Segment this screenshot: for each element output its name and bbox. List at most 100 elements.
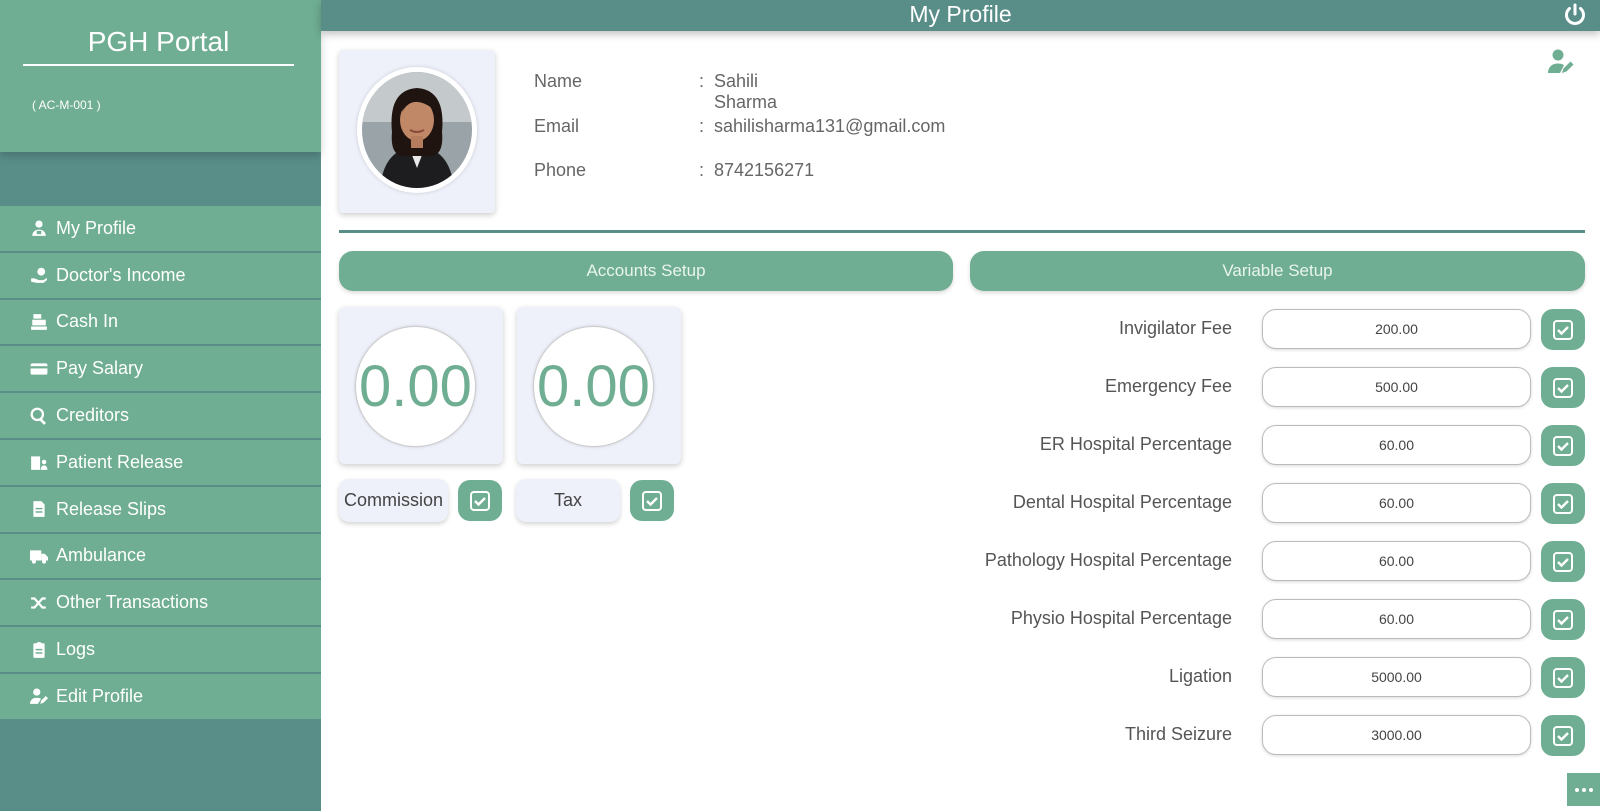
power-icon[interactable] [1563, 3, 1587, 27]
avatar-card [339, 50, 495, 213]
sidebar-item-label: Cash In [56, 311, 119, 332]
invigilator-fee-save-button[interactable] [1541, 309, 1585, 350]
commission-check-button[interactable] [458, 480, 502, 521]
tax-card: 0.00 [517, 307, 681, 464]
emergency-fee-input[interactable] [1262, 367, 1531, 407]
invigilator-fee-input[interactable] [1262, 309, 1531, 349]
user-edit-icon [28, 685, 50, 707]
ellipsis-dot [1574, 787, 1579, 792]
commission-value: 0.00 [355, 326, 476, 447]
email-value: sahilisharma131@gmail.com [714, 115, 946, 136]
tax-value: 0.00 [533, 326, 654, 447]
pathology-hospital-percentage-save-button[interactable] [1541, 541, 1585, 582]
dental-hospital-percentage-label: Dental Hospital Percentage [1012, 492, 1232, 512]
physio-hospital-percentage-save-button[interactable] [1541, 599, 1585, 640]
brand-title: PGH Portal [23, 26, 294, 66]
accounts-setup-header: Accounts Setup [339, 251, 953, 291]
sidebar-item-doctors-income[interactable]: Doctor's Income [0, 252, 321, 300]
sidebar-item-label: Other Transactions [56, 592, 209, 613]
ligation-save-button[interactable] [1541, 657, 1585, 698]
third-seizure-input[interactable] [1262, 715, 1531, 755]
more-options-button[interactable] [1567, 773, 1600, 806]
check-square-icon [1553, 609, 1573, 630]
sidebar-item-label: Creditors [56, 405, 130, 426]
sidebar-item-pay-salary[interactable]: Pay Salary [0, 346, 321, 394]
physio-hospital-percentage-input[interactable] [1262, 599, 1531, 639]
emergency-fee-label: Emergency Fee [1104, 376, 1232, 396]
sidebar: PGH Portal ( AC-M-001 ) My Profile Docto… [0, 0, 321, 811]
invigilator-fee-label: Invigilator Fee [1118, 318, 1232, 338]
sidebar-item-label: Edit Profile [56, 685, 144, 706]
ellipsis-dot [1588, 787, 1593, 792]
sidebar-item-my-profile[interactable]: My Profile [0, 206, 321, 253]
check-square-icon [1553, 319, 1573, 340]
sidebar-item-label: My Profile [56, 217, 137, 238]
brand-panel: PGH Portal ( AC-M-001 ) [0, 0, 321, 152]
commission-card: 0.00 [339, 307, 503, 464]
tax-label: Tax [516, 479, 620, 522]
third-seizure-save-button[interactable] [1541, 715, 1585, 756]
physio-hospital-percentage-label: Physio Hospital Percentage [1010, 608, 1232, 628]
sidebar-item-label: Doctor's Income [56, 264, 186, 285]
pathology-hospital-percentage-input[interactable] [1262, 541, 1531, 581]
emergency-fee-save-button[interactable] [1541, 367, 1585, 408]
dental-hospital-percentage-save-button[interactable] [1541, 483, 1585, 524]
separator: : [699, 71, 705, 91]
sidebar-item-release-slips[interactable]: Release Slips [0, 486, 321, 534]
check-square-icon [470, 490, 490, 511]
sidebar-item-other-transactions[interactable]: Other Transactions [0, 580, 321, 628]
commission-label: Commission [339, 479, 448, 522]
dental-hospital-percentage-input[interactable] [1262, 483, 1531, 523]
random-icon [28, 592, 50, 614]
account-code: ( AC-M-001 ) [32, 98, 101, 112]
check-square-icon [1553, 667, 1573, 688]
sidebar-item-label: Pay Salary [56, 358, 144, 379]
sidebar-item-patient-release[interactable]: Patient Release [0, 439, 321, 487]
check-square-icon [1553, 493, 1573, 514]
ligation-input[interactable] [1262, 657, 1531, 697]
phone-label: Phone [534, 160, 587, 180]
check-square-icon [1553, 725, 1573, 746]
email-label: Email [534, 115, 580, 136]
sidebar-item-label: Release Slips [56, 498, 167, 519]
ligation-label: Ligation [1168, 666, 1232, 686]
tax-check-button[interactable] [630, 480, 674, 521]
separator: : [699, 115, 705, 136]
hospital-user-icon [28, 451, 50, 473]
check-square-icon [1553, 435, 1573, 456]
sidebar-item-ambulance[interactable]: Ambulance [0, 533, 321, 581]
credit-card-icon [28, 358, 50, 380]
ambulance-icon [28, 545, 50, 567]
page-title: My Profile [909, 1, 1012, 27]
name-value: Sahili Sharma [714, 71, 778, 112]
section-divider [339, 230, 1585, 233]
er-hospital-percentage-save-button[interactable] [1541, 425, 1585, 466]
name-label: Name [534, 71, 583, 91]
er-hospital-percentage-label: ER Hospital Percentage [1039, 434, 1232, 454]
file-invoice-icon [28, 498, 50, 520]
check-square-icon [1553, 551, 1573, 572]
ellipsis-dot [1581, 787, 1586, 792]
sidebar-item-cash-in[interactable]: Cash In [0, 299, 321, 347]
user-nurse-icon [28, 217, 50, 239]
pathology-hospital-percentage-label: Pathology Hospital Percentage [984, 550, 1232, 570]
sidebar-item-label: Patient Release [56, 451, 184, 472]
profile-photo [362, 72, 472, 188]
sidebar-item-logs[interactable]: Logs [0, 627, 321, 674]
sidebar-nav: My Profile Doctor's Income Cash In Pay S… [0, 206, 321, 721]
sidebar-item-label: Logs [56, 639, 96, 660]
check-square-icon [1553, 377, 1573, 398]
top-bar: My Profile [321, 0, 1600, 31]
separator: : [699, 160, 705, 180]
sidebar-item-label: Ambulance [56, 545, 147, 566]
clipboard-list-icon [28, 639, 50, 661]
search-dollar-icon [28, 405, 50, 427]
sidebar-item-creditors[interactable]: Creditors [0, 393, 321, 440]
sidebar-item-edit-profile[interactable]: Edit Profile [0, 673, 321, 721]
avatar [357, 67, 477, 193]
user-edit-icon[interactable] [1548, 48, 1576, 74]
er-hospital-percentage-input[interactable] [1262, 425, 1531, 465]
variable-setup-header: Variable Setup [970, 251, 1585, 291]
third-seizure-label: Third Seizure [1124, 724, 1232, 744]
check-square-icon [642, 490, 662, 511]
